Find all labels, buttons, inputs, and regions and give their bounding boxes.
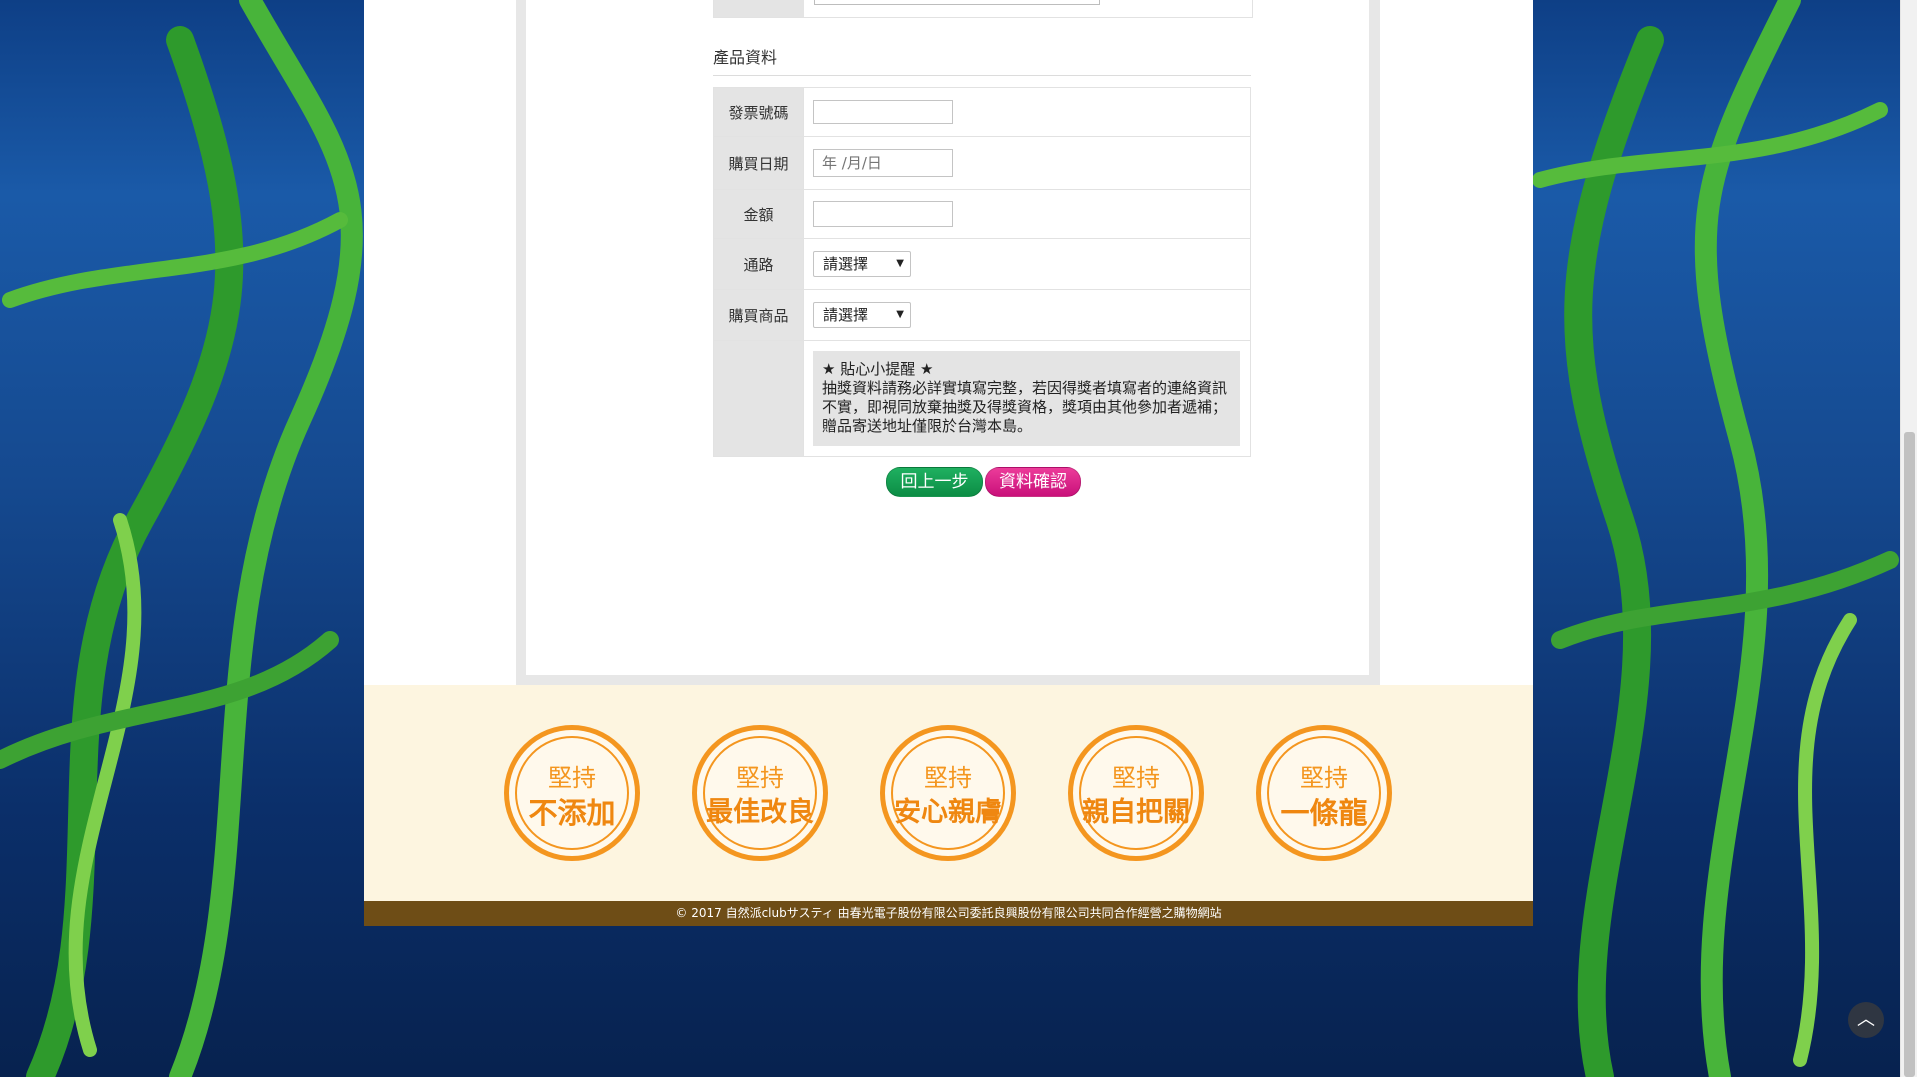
- content-frame: 產品資料 發票號碼 購買日期 年 /月/日 金額 通路 請選擇 ▼ 購買商品 請…: [516, 0, 1380, 685]
- badge-best-improvement: 堅持 最佳改良: [692, 725, 828, 861]
- invoice-number-input[interactable]: [813, 100, 953, 124]
- amount-input[interactable]: [813, 201, 953, 227]
- scroll-to-top-button[interactable]: ︿: [1848, 1002, 1884, 1038]
- badge-line2: 親自把關: [1082, 797, 1190, 828]
- page-container: 產品資料 發票號碼 購買日期 年 /月/日 金額 通路 請選擇 ▼ 購買商品 請…: [364, 0, 1533, 926]
- form-row-date: 購買日期: [713, 136, 1251, 190]
- chevron-up-icon: ︿: [1857, 1009, 1875, 1030]
- channel-label: 通路: [713, 238, 804, 290]
- purchase-date-label: 購買日期: [713, 136, 804, 190]
- form-row-amount: 金額: [713, 189, 1251, 239]
- badge-line1: 堅持: [548, 764, 596, 792]
- badge-skin-friendly: 堅持 安心親膚: [880, 725, 1016, 861]
- features-band: 堅持 不添加 堅持 最佳改良 堅持 安心親膚 堅持 親自把關 堅持 一條龍: [364, 685, 1533, 901]
- channel-select[interactable]: 請選擇 ▼: [813, 251, 911, 277]
- invoice-label: 發票號碼: [713, 87, 804, 137]
- badge-line1: 堅持: [1112, 764, 1160, 792]
- badge-no-additives: 堅持 不添加: [504, 725, 640, 861]
- section-title: 產品資料: [713, 48, 778, 67]
- notice-cell: ★ 貼心小提醒 ★ 抽獎資料請務必詳實填寫完整，若因得獎者填寫者的連絡資訊不實，…: [803, 340, 1251, 457]
- form-actions: 回上一步 資料確認: [886, 467, 1086, 497]
- badge-line2: 不添加: [528, 796, 616, 830]
- copyright-bar: © 2017 自然派clubサスティ 由春光電子股份有限公司委託良興股份有限公司…: [364, 901, 1533, 926]
- previous-form-row: [713, 0, 1253, 18]
- purchase-date-input[interactable]: [813, 149, 953, 177]
- previous-row-label-cell: [714, 0, 804, 17]
- form-row-invoice: 發票號碼: [713, 87, 1251, 137]
- form-row-product: 購買商品 請選擇 ▼: [713, 289, 1251, 341]
- product-select[interactable]: 請選擇 ▼: [813, 302, 911, 328]
- product-form-table: 發票號碼 購買日期 金額: [713, 87, 1251, 457]
- product-select-value: 請選擇: [823, 306, 869, 324]
- invoice-cell: [803, 87, 1251, 137]
- badge-line2: 安心親膚: [894, 797, 1002, 828]
- dropdown-arrow-icon: ▼: [896, 309, 904, 320]
- dropdown-arrow-icon: ▼: [896, 258, 904, 269]
- notice-box: ★ 貼心小提醒 ★ 抽獎資料請務必詳實填寫完整，若因得獎者填寫者的連絡資訊不實，…: [813, 351, 1240, 446]
- notice-body: 抽獎資料請務必詳實填寫完整，若因得獎者填寫者的連絡資訊不實，即視同放棄抽獎及得獎…: [822, 379, 1228, 435]
- product-label: 購買商品: [713, 289, 804, 341]
- confirm-button[interactable]: 資料確認: [985, 467, 1081, 497]
- scrollbar-thumb[interactable]: [1904, 432, 1915, 1077]
- back-button[interactable]: 回上一步: [886, 467, 983, 497]
- notice-title: ★ 貼心小提醒 ★: [822, 360, 934, 378]
- product-cell: 請選擇 ▼: [803, 289, 1251, 341]
- badge-one-stop: 堅持 一條龍: [1256, 725, 1392, 861]
- previous-row-input[interactable]: [814, 0, 1100, 5]
- feature-badges: 堅持 不添加 堅持 最佳改良 堅持 安心親膚 堅持 親自把關 堅持 一條龍: [504, 725, 1404, 865]
- badge-line2: 一條龍: [1280, 796, 1368, 830]
- badge-line1: 堅持: [736, 764, 784, 792]
- badge-line2: 最佳改良: [706, 797, 814, 828]
- content-panel: 產品資料 發票號碼 購買日期 年 /月/日 金額 通路 請選擇 ▼ 購買商品 請…: [526, 0, 1369, 675]
- badge-quality-check: 堅持 親自把關: [1068, 725, 1204, 861]
- purchase-date-cell: [803, 136, 1251, 190]
- badge-line1: 堅持: [924, 764, 972, 792]
- amount-label: 金額: [713, 189, 804, 239]
- form-row-channel: 通路 請選擇 ▼: [713, 238, 1251, 290]
- channel-select-value: 請選擇: [823, 255, 869, 273]
- badge-line1: 堅持: [1300, 764, 1348, 792]
- amount-cell: [803, 189, 1251, 239]
- form-row-notice: ★ 貼心小提醒 ★ 抽獎資料請務必詳實填寫完整，若因得獎者填寫者的連絡資訊不實，…: [713, 340, 1251, 457]
- page-scrollbar[interactable]: [1900, 0, 1917, 1077]
- section-divider: [713, 75, 1251, 76]
- channel-cell: 請選擇 ▼: [803, 238, 1251, 290]
- notice-label-cell: [713, 340, 804, 457]
